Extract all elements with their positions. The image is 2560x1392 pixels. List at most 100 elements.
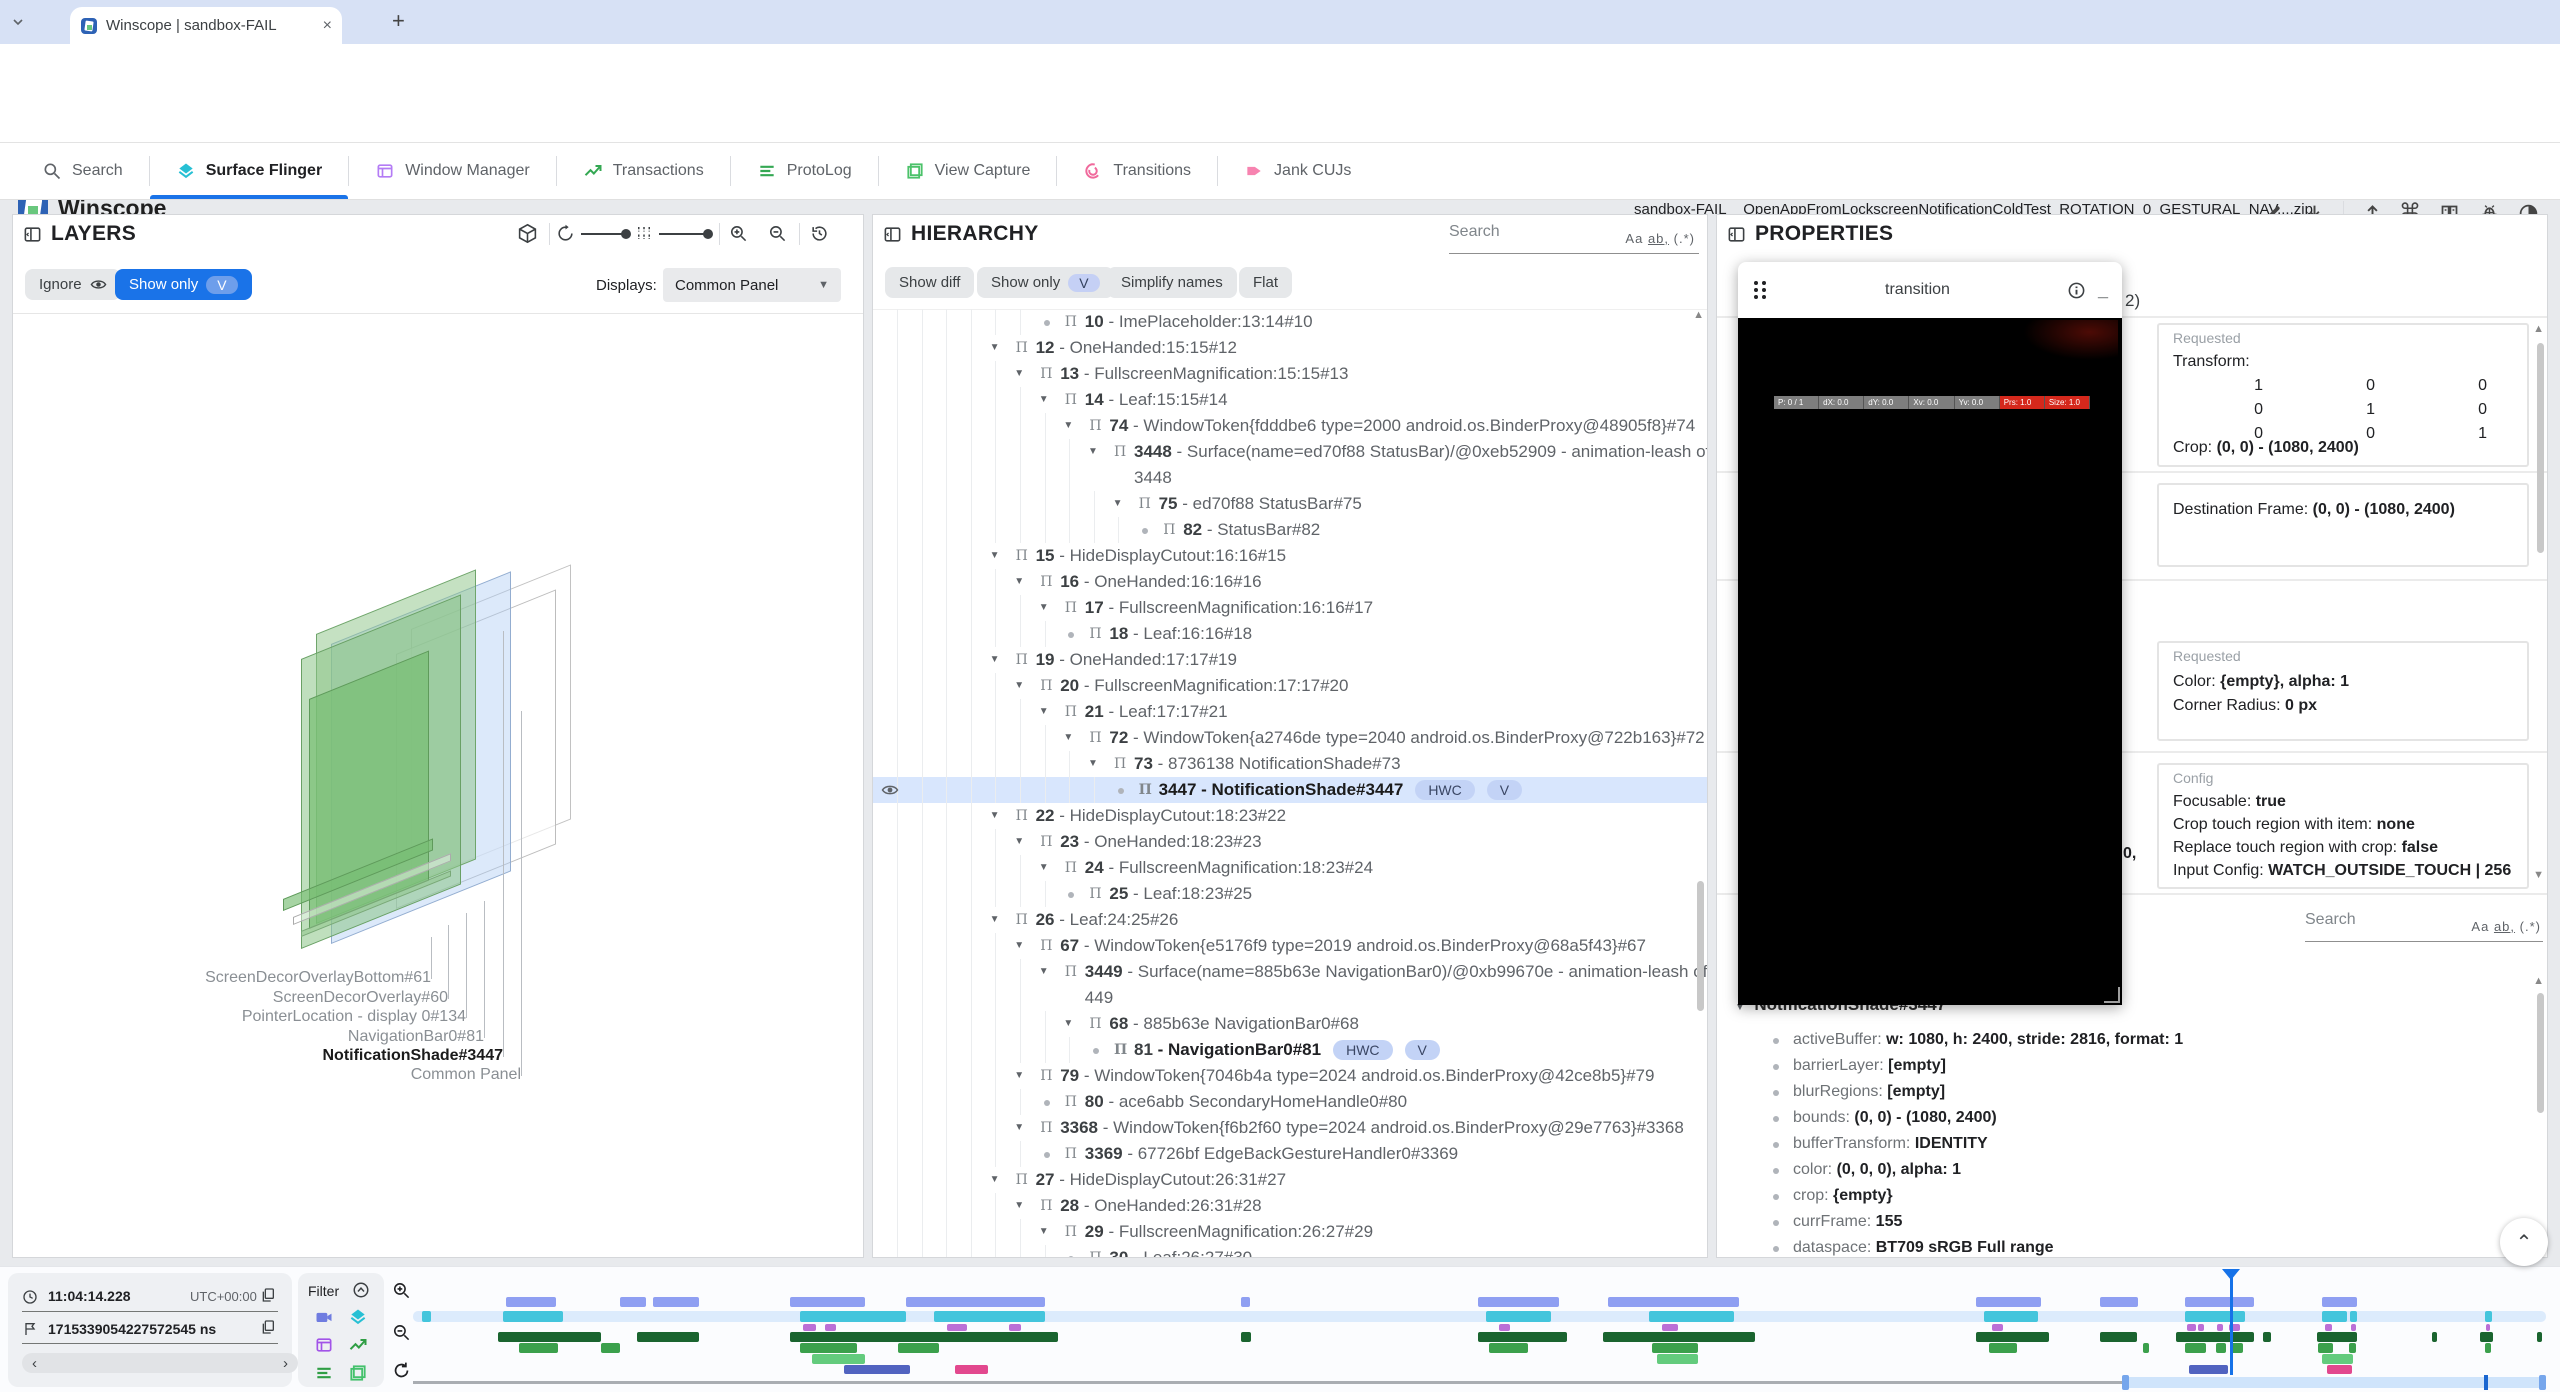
transactions-track-segment[interactable] <box>825 1324 836 1331</box>
transitions-track-segment[interactable] <box>790 1297 865 1307</box>
tree-row[interactable]: ▼Π27 - HideDisplayCutout:26:31#27 <box>873 1167 1707 1193</box>
tree-row[interactable]: ▼Π21 - Leaf:17:17#21 <box>873 699 1707 725</box>
list-scrollbar[interactable] <box>2537 993 2544 1113</box>
tree-row[interactable]: Π18 - Leaf:16:16#18 <box>873 621 1707 647</box>
visibility-icon[interactable] <box>881 781 899 799</box>
layer-label[interactable]: ScreenDecorOverlay#60 <box>48 989 448 1007</box>
tree-row[interactable]: Π25 - Leaf:18:23#25 <box>873 881 1707 907</box>
3d-view-icon[interactable] <box>517 223 538 244</box>
expand-arrow-icon[interactable]: ▼ <box>1039 387 1049 413</box>
tree-row[interactable]: ▼Π23 - OneHanded:18:23#23 <box>873 829 1707 855</box>
transitions-track-segment[interactable] <box>1976 1297 2041 1307</box>
expand-arrow-icon[interactable]: ▼ <box>1014 1063 1024 1089</box>
protolog-track-segment[interactable] <box>2143 1343 2149 1353</box>
transactions-track-segment[interactable] <box>803 1324 816 1331</box>
property-list-row[interactable]: barrierLayer: [empty] <box>1717 1053 2537 1079</box>
spacing-slider[interactable] <box>659 233 709 235</box>
rotation-slider[interactable] <box>581 233 627 235</box>
expand-arrow-icon[interactable]: ▼ <box>1063 1011 1073 1037</box>
expand-arrow-icon[interactable]: ▼ <box>990 543 1000 569</box>
jank-track-segment[interactable] <box>955 1365 988 1374</box>
wm-track-segment[interactable] <box>2480 1332 2493 1342</box>
wm-track-segment[interactable] <box>2176 1332 2254 1342</box>
expand-arrow-icon[interactable]: ▼ <box>1039 959 1049 985</box>
search-options[interactable]: Aa ab, (.*) <box>2471 919 2541 934</box>
transactions-track-segment[interactable] <box>1009 1324 1021 1331</box>
new-tab-button[interactable]: + <box>392 8 405 34</box>
wm-track-segment[interactable] <box>2537 1332 2542 1342</box>
protolog-track-segment[interactable] <box>519 1343 558 1353</box>
tree-row[interactable]: Π30 - Leaf:26:27#30 <box>873 1245 1707 1258</box>
tree-row[interactable]: ▼Π15 - HideDisplayCutout:16:16#15 <box>873 543 1707 569</box>
tree-row[interactable]: Π10 - ImePlaceholder:13:14#10 <box>873 309 1707 335</box>
wm-track-segment[interactable] <box>1478 1332 1567 1342</box>
tree-row[interactable]: ▼Π13 - FullscreenMagnification:15:15#13 <box>873 361 1707 387</box>
collapse-panel-icon[interactable] <box>883 225 902 244</box>
jank-track-segment[interactable] <box>2327 1365 2352 1374</box>
property-list-row[interactable]: crop: {empty} <box>1717 1183 2537 1209</box>
tree-row[interactable]: Π80 - ace6abb SecondaryHomeHandle0#80 <box>873 1089 1707 1115</box>
transactions-track-segment[interactable] <box>2198 1324 2204 1331</box>
expand-arrow-icon[interactable]: ▼ <box>1014 361 1024 387</box>
tree-row[interactable]: ▼Π68 - 885b63e NavigationBar0#68 <box>873 1011 1707 1037</box>
property-list-row[interactable]: currFrame: 155 <box>1717 1209 2537 1235</box>
transactions-track-segment[interactable] <box>1992 1324 2003 1331</box>
viewcapture-track-segment[interactable] <box>2322 1354 2353 1364</box>
expand-arrow-icon[interactable]: ▼ <box>1014 569 1024 595</box>
expand-arrow-icon[interactable]: ▼ <box>990 647 1000 673</box>
layer-label[interactable]: ScreenDecorOverlayBottom#61 <box>31 969 431 987</box>
tree-row[interactable]: Π82 - StatusBar#82 <box>873 517 1707 543</box>
nav-tab-window-manager[interactable]: Window Manager <box>349 143 556 199</box>
ime-track-segment[interactable] <box>844 1365 910 1374</box>
transactions-track-segment[interactable] <box>2217 1324 2223 1331</box>
transactions-track-segment[interactable] <box>947 1324 967 1331</box>
props-scrollbar[interactable] <box>2537 343 2544 553</box>
nav-tab-transactions[interactable]: Transactions <box>557 143 730 199</box>
protolog-track-segment[interactable] <box>1989 1343 2017 1353</box>
range-handle-left[interactable] <box>2122 1375 2129 1390</box>
list-scroll-up-icon[interactable]: ▲ <box>2533 975 2544 987</box>
sf-track-segment[interactable] <box>2350 1311 2357 1322</box>
sf-track-segment[interactable] <box>422 1311 431 1322</box>
tree-row[interactable]: ▼Π20 - FullscreenMagnification:17:17#20 <box>873 673 1707 699</box>
wm-track-segment[interactable] <box>2100 1332 2137 1342</box>
rotation-icon[interactable] <box>556 224 575 243</box>
preview-window-header[interactable]: transition _ <box>1738 262 2122 318</box>
wm-track-segment[interactable] <box>2432 1332 2437 1342</box>
tree-scrollbar[interactable] <box>1697 881 1704 1011</box>
protolog-track-segment[interactable] <box>800 1343 857 1353</box>
wm-track-segment[interactable] <box>2317 1332 2357 1342</box>
tree-row[interactable]: ▼Π19 - OneHanded:17:17#19 <box>873 647 1707 673</box>
wm-track-segment[interactable] <box>1976 1332 2049 1342</box>
transitions-track-segment[interactable] <box>653 1297 699 1307</box>
expand-arrow-icon[interactable]: ▼ <box>1063 413 1073 439</box>
props-scroll-down-icon[interactable]: ▼ <box>2533 869 2544 881</box>
layer-label[interactable]: PointerLocation - display 0#134 <box>66 1008 466 1026</box>
nav-tab-transitions[interactable]: Transitions <box>1057 143 1217 199</box>
viewcapture-track-segment[interactable] <box>812 1354 865 1364</box>
sf-track-segment[interactable] <box>2485 1311 2492 1322</box>
drag-handle-icon[interactable] <box>1752 279 1768 301</box>
info-icon[interactable] <box>2067 281 2086 300</box>
expand-arrow-icon[interactable]: ▼ <box>990 335 1000 361</box>
expand-arrow-icon[interactable]: ▼ <box>1039 1219 1049 1245</box>
hierarchy-search-input[interactable]: Search Aa ab, (.*) <box>1449 223 1699 254</box>
show-only-v-toggle[interactable]: Show only V <box>115 269 252 300</box>
sf-track-segment[interactable] <box>2185 1311 2245 1322</box>
protolog-track-segment[interactable] <box>601 1343 620 1353</box>
ignore-toggle[interactable]: Ignore <box>25 269 121 300</box>
tree-row[interactable]: ▼Π17 - FullscreenMagnification:16:16#17 <box>873 595 1707 621</box>
expand-arrow-icon[interactable]: ▼ <box>1088 751 1098 777</box>
protolog-track-segment[interactable] <box>2485 1343 2491 1353</box>
expand-arrow-icon[interactable]: ▼ <box>1113 491 1123 517</box>
zoom-out-icon[interactable] <box>768 224 787 243</box>
property-list-row[interactable]: bounds: (0, 0) - (1080, 2400) <box>1717 1105 2537 1131</box>
minimize-icon[interactable]: _ <box>2098 280 2108 301</box>
screen-preview-window[interactable]: transition _ P: 0 / 1dX: 0.0dY: 0.0Xv: 0… <box>1738 262 2122 1005</box>
expand-arrow-icon[interactable]: ▼ <box>1014 829 1024 855</box>
property-list-row[interactable]: activeBuffer: w: 1080, h: 2400, stride: … <box>1717 1027 2537 1053</box>
tree-row[interactable]: ▼Π26 - Leaf:24:25#26 <box>873 907 1707 933</box>
protolog-track-segment[interactable] <box>2349 1343 2356 1353</box>
transitions-track-segment[interactable] <box>2185 1297 2254 1307</box>
ime-track-segment[interactable] <box>2189 1365 2228 1374</box>
